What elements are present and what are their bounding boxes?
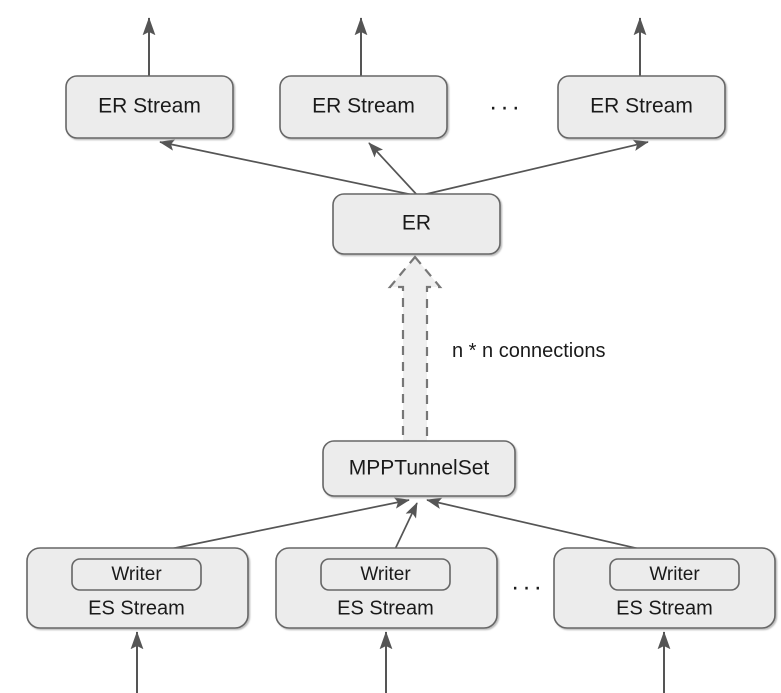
- diagram-svg: ER Stream ER Stream ER Stream ··· ER n *…: [26, 17, 776, 693]
- writer-2-label: Writer: [360, 564, 411, 585]
- er-to-er-stream-3-edge: [417, 139, 649, 197]
- writer-1-label: Writer: [111, 564, 162, 585]
- es-stream-node-1[interactable]: Writer ES Stream: [26, 547, 249, 629]
- diagram-canvas: ER Stream ER Stream ER Stream ··· ER n *…: [0, 0, 781, 693]
- er-stream-2-label: ER Stream: [312, 95, 415, 118]
- er-stream-1-label: ER Stream: [98, 95, 201, 118]
- er-stream-node-2[interactable]: ER Stream: [279, 75, 448, 139]
- es-stream-2-label: ES Stream: [337, 597, 434, 619]
- top-row-ellipsis: ···: [489, 93, 523, 121]
- bottom-row-ellipsis: ···: [511, 573, 545, 601]
- top-outgoing-arrows: [142, 17, 647, 76]
- mpptunnelset-label: MPPTunnelSet: [349, 457, 490, 480]
- es-stream-3-label: ES Stream: [616, 597, 713, 619]
- es-stream-1-label: ES Stream: [88, 597, 185, 619]
- block-arrow-shape: [387, 255, 443, 445]
- mpptunnelset-to-er-block-arrow: [387, 255, 443, 445]
- es-stream-node-2[interactable]: Writer ES Stream: [275, 547, 498, 629]
- bottom-incoming-arrows: [130, 631, 671, 693]
- er-stream-node-1[interactable]: ER Stream: [65, 75, 234, 139]
- mpptunnelset-node[interactable]: MPPTunnelSet: [322, 440, 516, 497]
- er-stream-node-3[interactable]: ER Stream: [557, 75, 726, 139]
- er-to-er-stream-1-edge: [159, 139, 419, 197]
- es-stream-node-3[interactable]: Writer ES Stream: [553, 547, 776, 629]
- fanout-edges: [159, 139, 649, 197]
- er-stream-3-label: ER Stream: [590, 95, 693, 118]
- n-by-n-connections-label: n * n connections: [452, 340, 605, 362]
- writer-3-label: Writer: [649, 564, 700, 585]
- er-node[interactable]: ER: [332, 193, 501, 255]
- er-label: ER: [402, 212, 431, 235]
